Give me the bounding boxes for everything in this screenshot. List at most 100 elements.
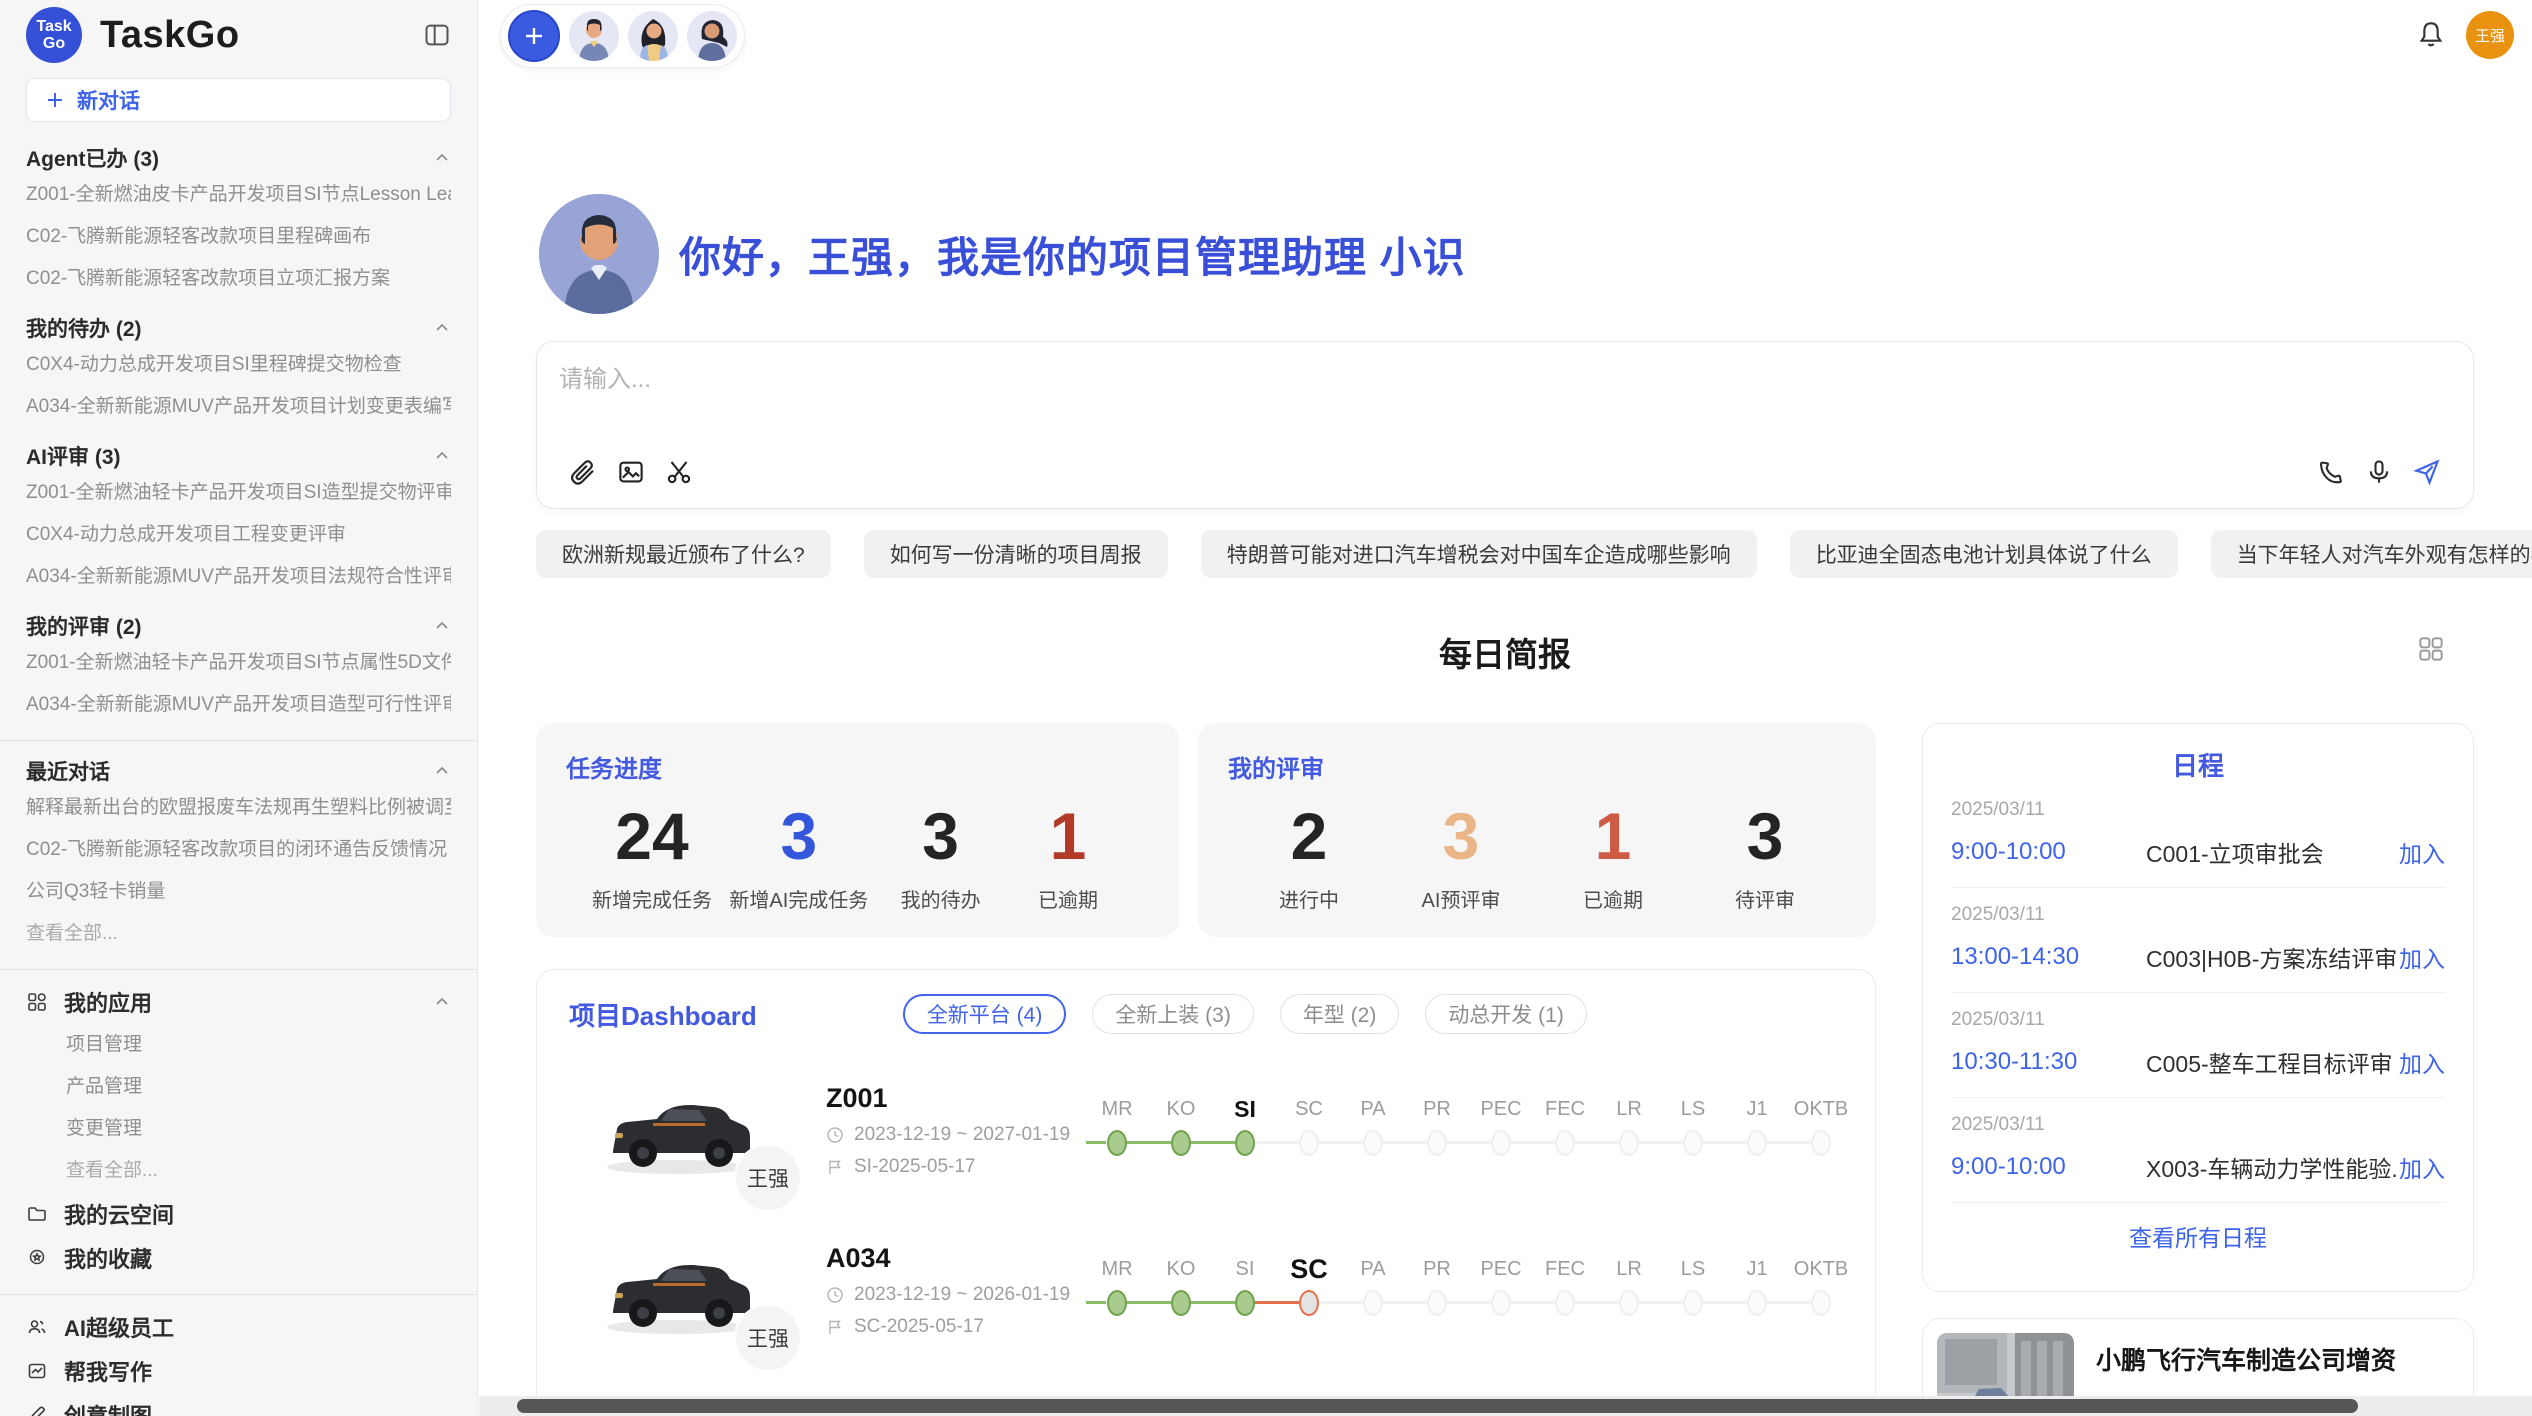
project-image: 王强 xyxy=(595,1239,760,1342)
sidebar-view-all-apps[interactable]: 查看全部... xyxy=(66,1150,451,1192)
chevron-up-icon[interactable] xyxy=(433,617,451,635)
sidebar-item[interactable]: C02-飞腾新能源轻客改款项目的闭环通告反馈情况 xyxy=(26,829,451,871)
milestone: LS xyxy=(1661,1254,1725,1326)
filter-chip[interactable]: 年型 (2) xyxy=(1280,994,1400,1034)
chevron-up-icon[interactable] xyxy=(433,319,451,337)
schedule-time: 9:00-10:00 xyxy=(1951,1153,2146,1181)
sidebar-item-cloud-space[interactable]: 我的云空间 xyxy=(26,1192,451,1236)
user-avatar[interactable]: 王强 xyxy=(2466,11,2514,59)
stat: 1 已逾期 xyxy=(1558,790,1668,913)
message-input[interactable] xyxy=(559,366,2451,394)
milestone: J1 xyxy=(1725,1254,1789,1326)
project-dashboard-card: 项目Dashboard 全新平台 (4) 全新上装 (3) 年型 (2) 动总开… xyxy=(536,969,1876,1416)
milestone-dot xyxy=(1491,1290,1511,1316)
sidebar-item[interactable]: Z001-全新燃油轻卡产品开发项目SI节点属性5D文件评审 xyxy=(26,642,451,684)
sidebar-item-help-me-write[interactable]: 帮我写作 xyxy=(26,1349,451,1393)
sidebar-item[interactable]: 公司Q3轻卡销量 xyxy=(26,871,451,913)
chevron-up-icon[interactable] xyxy=(433,993,451,1011)
stat: 3 新增AI完成任务 xyxy=(729,790,868,913)
sidebar-item[interactable]: C0X4-动力总成开发项目SI里程碑提交物检查 xyxy=(26,344,451,386)
join-link[interactable]: 加入 xyxy=(2399,835,2445,869)
stat-label: 新增完成任务 xyxy=(592,884,712,913)
people-icon xyxy=(26,1316,48,1338)
milestone-dot xyxy=(1171,1130,1191,1156)
star-badge-icon xyxy=(26,1247,48,1269)
clock-icon xyxy=(826,1126,844,1144)
my-review-card: 我的评审 2 进行中 3 AI预评审 1 已逾期 3 待评审 xyxy=(1198,723,1876,937)
filter-chip[interactable]: 动总开发 (1) xyxy=(1425,994,1587,1034)
horizontal-scrollbar-thumb[interactable] xyxy=(517,1399,2358,1413)
schedule-time: 13:00-14:30 xyxy=(1951,943,2146,971)
stat: 1 已逾期 xyxy=(1013,790,1123,913)
layout-grid-icon[interactable] xyxy=(2416,634,2446,664)
filter-chip[interactable]: 全新上装 (3) xyxy=(1092,994,1254,1034)
suggestion-chip[interactable]: 比亚迪全固态电池计划具体说了什么 xyxy=(1790,530,2178,578)
join-link[interactable]: 加入 xyxy=(2399,1150,2445,1184)
send-icon[interactable] xyxy=(2403,452,2451,492)
scissors-icon[interactable] xyxy=(655,452,703,492)
sidebar-item[interactable]: 解释最新出台的欧盟报废车法规再生塑料比例被调至15%... xyxy=(26,787,451,829)
chevron-up-icon[interactable] xyxy=(433,447,451,465)
project-code: A034 xyxy=(826,1243,1081,1274)
assistant-avatar xyxy=(539,194,659,314)
image-upload-icon[interactable] xyxy=(607,452,655,492)
milestone-track: MR KO SI SC PA PR PEC FEC LR LS J1 OKTB xyxy=(1085,1254,1853,1326)
schedule-event-title: C003|H0B-方案冻结评审 xyxy=(2146,940,2399,974)
sidebar-item-my-apps[interactable]: 我的应用 xyxy=(26,980,451,1024)
sidebar-item[interactable]: A034-全新新能源MUV产品开发项目计划变更表编写 xyxy=(26,386,451,428)
milestone-dot xyxy=(1171,1290,1191,1316)
attachment-icon[interactable] xyxy=(559,452,607,492)
milestone-dot xyxy=(1811,1290,1831,1316)
project-owner-badge: 王强 xyxy=(734,1144,802,1212)
project-row[interactable]: 王强 Z001 2023-12-19 ~ 2027-01-19 SI-2025-… xyxy=(569,1074,1843,1186)
milestone: J1 xyxy=(1725,1094,1789,1166)
sidebar-item-product-mgmt[interactable]: 产品管理 xyxy=(66,1066,451,1108)
voice-call-icon[interactable] xyxy=(2307,452,2355,492)
sidebar-collapse-icon[interactable] xyxy=(423,21,451,49)
suggestion-chip[interactable]: 当下年轻人对汽车外观有怎样的喜好趋势 xyxy=(2211,530,2532,578)
filter-chip[interactable]: 全新平台 (4) xyxy=(903,994,1067,1034)
sidebar-item[interactable]: C02-飞腾新能源轻客改款项目立项汇报方案 xyxy=(26,258,451,300)
sidebar-item[interactable]: C0X4-动力总成开发项目工程变更评审 xyxy=(26,514,451,556)
sidebar-item[interactable]: Z001-全新燃油皮卡产品开发项目SI节点Lesson Learn报告 xyxy=(26,174,451,216)
avatar[interactable] xyxy=(569,11,619,61)
microphone-icon[interactable] xyxy=(2355,452,2403,492)
sidebar-item-creative-drawing[interactable]: 创意制图 xyxy=(26,1393,451,1416)
sidebar-item-favorites[interactable]: 我的收藏 xyxy=(26,1236,451,1280)
sidebar-item-change-mgmt[interactable]: 变更管理 xyxy=(66,1108,451,1150)
sidebar-item-project-mgmt[interactable]: 项目管理 xyxy=(66,1024,451,1066)
notification-bell-icon[interactable] xyxy=(2415,18,2447,50)
sidebar-item[interactable]: C02-飞腾新能源轻客改款项目里程碑画布 xyxy=(26,216,451,258)
sidebar-item-label: 我的应用 xyxy=(64,986,417,1018)
avatar[interactable] xyxy=(687,11,737,61)
card-title: 我的评审 xyxy=(1228,749,1846,784)
schedule-date: 2025/03/11 xyxy=(1951,799,2445,821)
avatar[interactable] xyxy=(628,11,678,61)
new-chat-button[interactable]: 新对话 xyxy=(26,78,451,122)
chevron-up-icon[interactable] xyxy=(433,762,451,780)
sidebar-item[interactable]: A034-全新新能源MUV产品开发项目造型可行性评审 xyxy=(26,684,451,726)
stat-label: 进行中 xyxy=(1279,884,1339,913)
milestone: PR xyxy=(1405,1094,1469,1166)
schedule-item: 2025/03/11 13:00-14:30 C003|H0B-方案冻结评审 加… xyxy=(1951,888,2445,993)
sidebar-item[interactable]: A034-全新新能源MUV产品开发项目法规符合性评审 xyxy=(26,556,451,598)
join-link[interactable]: 加入 xyxy=(2399,1045,2445,1079)
sidebar-view-all-recent[interactable]: 查看全部... xyxy=(26,913,451,955)
milestone: FEC xyxy=(1533,1254,1597,1326)
join-link[interactable]: 加入 xyxy=(2399,940,2445,974)
stat-label: 我的待办 xyxy=(901,884,981,913)
suggestion-chip[interactable]: 如何写一份清晰的项目周报 xyxy=(864,530,1168,578)
add-conversation-button[interactable] xyxy=(508,10,560,62)
sidebar-item[interactable]: Z001-全新燃油轻卡产品开发项目SI造型提交物评审 xyxy=(26,472,451,514)
sidebar-section-ai-review: AI评审 (3) Z001-全新燃油轻卡产品开发项目SI造型提交物评审 C0X4… xyxy=(26,440,451,598)
suggestion-chip[interactable]: 特朗普可能对进口汽车增税会对中国车企造成哪些影响 xyxy=(1201,530,1757,578)
milestone-dot xyxy=(1683,1130,1703,1156)
milestone-dot xyxy=(1107,1290,1127,1316)
chevron-up-icon[interactable] xyxy=(433,149,451,167)
project-row[interactable]: 王强 A034 2023-12-19 ~ 2026-01-19 SC-2025-… xyxy=(569,1234,1843,1346)
sidebar-item-label: 我的云空间 xyxy=(64,1198,174,1230)
schedule-item: 2025/03/11 9:00-10:00 C001-立项审批会 加入 xyxy=(1951,783,2445,888)
sidebar-item-ai-super-staff[interactable]: AI超级员工 xyxy=(26,1305,451,1349)
view-all-schedule-link[interactable]: 查看所有日程 xyxy=(1951,1219,2445,1253)
suggestion-chip[interactable]: 欧洲新规最近颁布了什么? xyxy=(536,530,831,578)
